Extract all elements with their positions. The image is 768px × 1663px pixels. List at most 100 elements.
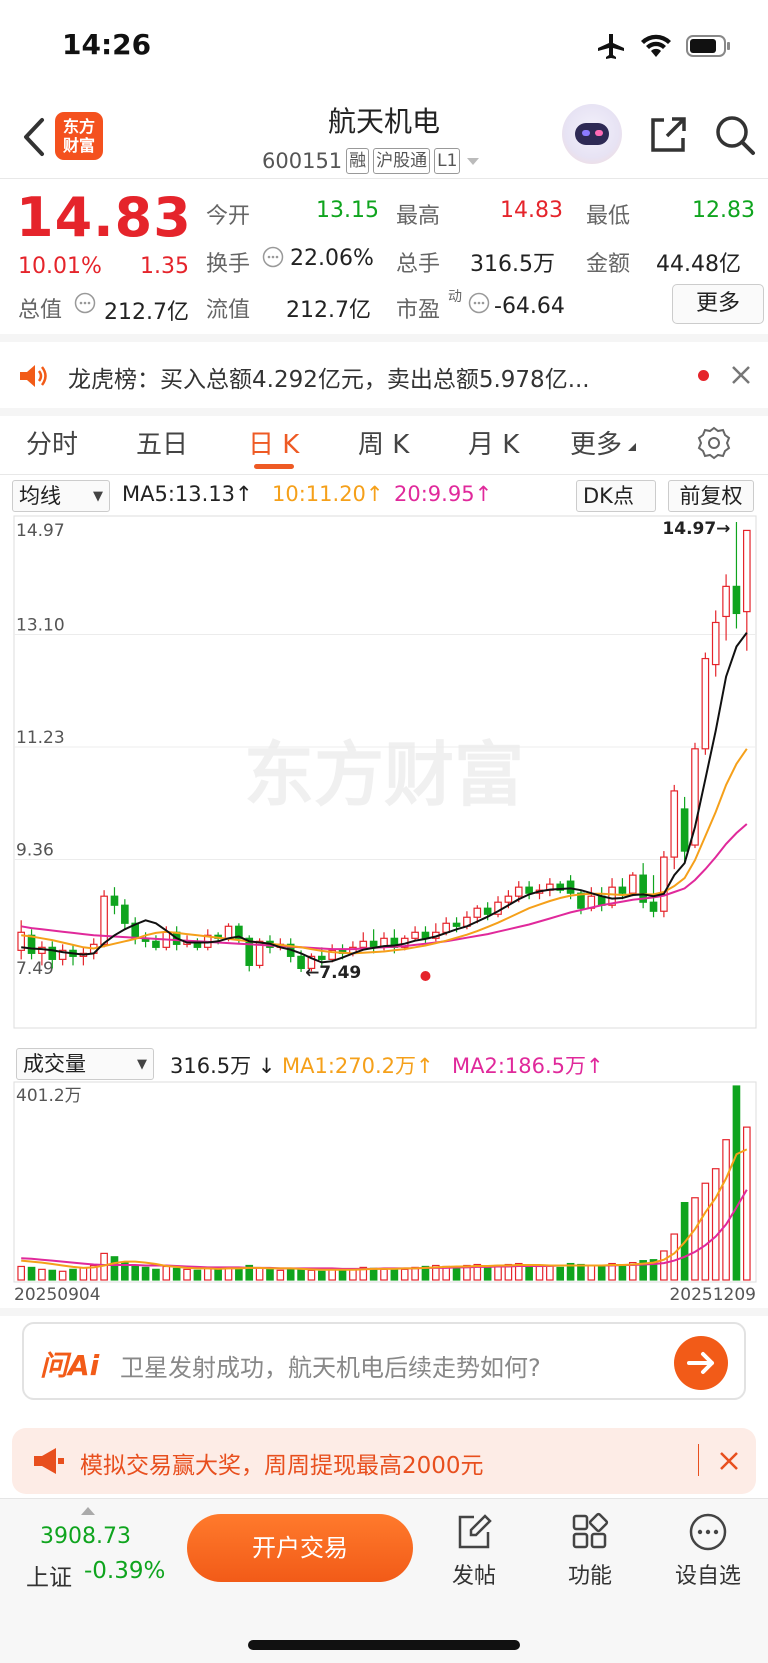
volume-bar [172, 1267, 181, 1281]
tag-hk-connect: 沪股通 [373, 148, 431, 174]
pe-superscript: 动 [448, 289, 462, 305]
volume-bar [286, 1268, 295, 1281]
candle-body [317, 955, 326, 960]
volume-bar [131, 1264, 140, 1281]
megaphone-icon [34, 1448, 64, 1474]
tab-weekly-k[interactable]: 周 K [358, 424, 409, 461]
open-label: 今开 [206, 204, 251, 229]
dropdown-icon: ▼ [137, 1057, 147, 1072]
volume-select[interactable]: 成交量 ▼ [16, 1048, 154, 1080]
open-account-button[interactable]: 开户交易 [187, 1514, 413, 1582]
close-icon[interactable] [730, 364, 752, 386]
functions-button[interactable]: 功能 [540, 1512, 640, 1590]
x-start-label: 20250904 [14, 1285, 101, 1304]
volume-bar [328, 1268, 336, 1281]
last-price: 14.83 [16, 186, 192, 249]
candle-body [452, 922, 461, 927]
candle-body [369, 940, 378, 948]
candle-body [618, 886, 627, 894]
divider [0, 178, 768, 179]
dk-label: DK点 [583, 484, 634, 508]
info-icon[interactable] [74, 292, 96, 314]
index-value[interactable]: 3908.73 [40, 1524, 131, 1549]
volume-bar [48, 1269, 57, 1281]
volume-panel [13, 1081, 757, 1283]
candle-body [525, 886, 533, 894]
volume-bar [525, 1264, 533, 1281]
volume-bar [577, 1263, 585, 1281]
info-icon[interactable] [468, 292, 490, 314]
kline-chart[interactable]: 东方财富 14.97 13.10 11.23 9.36 7.49 14.97→ ←7.49… [0, 514, 768, 1304]
caret-down-icon[interactable] [464, 155, 482, 167]
volume-bar [338, 1269, 347, 1281]
airplane-icon [598, 34, 624, 59]
volume-label: 总手 [396, 252, 441, 277]
volume-bar [276, 1269, 285, 1281]
candle-body [504, 895, 513, 903]
ma-select[interactable]: 均线 ▼ [12, 480, 110, 512]
tab-daily-k[interactable]: 日 K [248, 424, 299, 461]
pe-value: -64.64 [494, 294, 565, 319]
volume-bar [255, 1267, 264, 1281]
tab-five-day[interactable]: 五日 [136, 424, 188, 461]
candle-body [514, 886, 523, 897]
candle-body [473, 907, 482, 918]
candle-body [297, 955, 305, 969]
tab-more[interactable]: 更多 [570, 424, 622, 461]
ai-send-button[interactable] [674, 1336, 728, 1390]
ai-robot-icon[interactable] [562, 104, 622, 164]
volume-bar [349, 1268, 357, 1281]
dk-button[interactable]: DK点 [576, 480, 656, 512]
turnover-label: 换手 [206, 252, 251, 277]
volume-bar [660, 1250, 668, 1281]
edit-icon [458, 1514, 492, 1549]
speaker-icon [20, 365, 47, 387]
stock-code: 600151 [262, 149, 343, 173]
volume-bar [618, 1264, 627, 1281]
candle-body [743, 529, 751, 613]
info-icon[interactable] [262, 246, 284, 268]
close-icon[interactable] [718, 1450, 740, 1472]
volume-bar [110, 1256, 119, 1281]
ai-question-box[interactable]: 问Ai 卫星发射成功，航天机电后续走势如何? [22, 1322, 746, 1400]
index-change: -0.39% [84, 1558, 166, 1584]
volume-bar [69, 1268, 77, 1281]
more-quote-button[interactable]: 更多 [672, 284, 764, 324]
add-watchlist-button[interactable]: 设自选 [658, 1512, 758, 1590]
candle-body [649, 901, 658, 912]
share-icon[interactable] [648, 114, 688, 154]
ai-logo: 问Ai [40, 1349, 100, 1382]
promo-banner[interactable]: 模拟交易赢大奖，周周提现最高2000元 [12, 1428, 756, 1494]
volume-select-label: 成交量 [23, 1052, 86, 1076]
candle-body [442, 922, 451, 933]
post-button[interactable]: 发帖 [424, 1512, 524, 1590]
volume-bar [235, 1268, 243, 1281]
amount-label: 金额 [586, 252, 631, 277]
watermark: 东方财富 [244, 734, 524, 816]
candle-body [152, 940, 160, 948]
vma2-value: MA2:186.5万↑ [452, 1054, 604, 1078]
tab-intraday[interactable]: 分时 [26, 424, 78, 461]
candle-body [711, 621, 720, 666]
ma-select-label: 均线 [19, 484, 61, 508]
volume-bar [711, 1168, 720, 1281]
settings-icon[interactable] [697, 426, 731, 460]
volume-bar [162, 1265, 171, 1281]
ai-question-text: 卫星发射成功，航天机电后续走势如何? [120, 1354, 541, 1382]
y-tick-label: 14.97 [16, 521, 65, 541]
stock-subtitle: 600151 融 沪股通 L1 [262, 148, 482, 174]
mcap-label: 总值 [18, 298, 63, 323]
volume-value: 316.5万 ↓ [170, 1054, 276, 1078]
tag-margin: 融 [346, 148, 370, 174]
adjust-button[interactable]: 前复权 [668, 480, 754, 512]
volume-value: 316.5万 [470, 252, 555, 277]
search-icon[interactable] [714, 114, 756, 156]
divider [698, 1444, 699, 1476]
low-label: 最低 [586, 204, 631, 229]
notice-bar[interactable]: 龙虎榜：买入总额4.292亿元，卖出总额5.978亿... [0, 342, 768, 408]
home-indicator[interactable] [248, 1640, 520, 1650]
volume-bar [58, 1270, 67, 1281]
candle-body [411, 931, 419, 939]
volume-bar [722, 1139, 730, 1281]
tab-monthly-k[interactable]: 月 K [468, 424, 519, 461]
